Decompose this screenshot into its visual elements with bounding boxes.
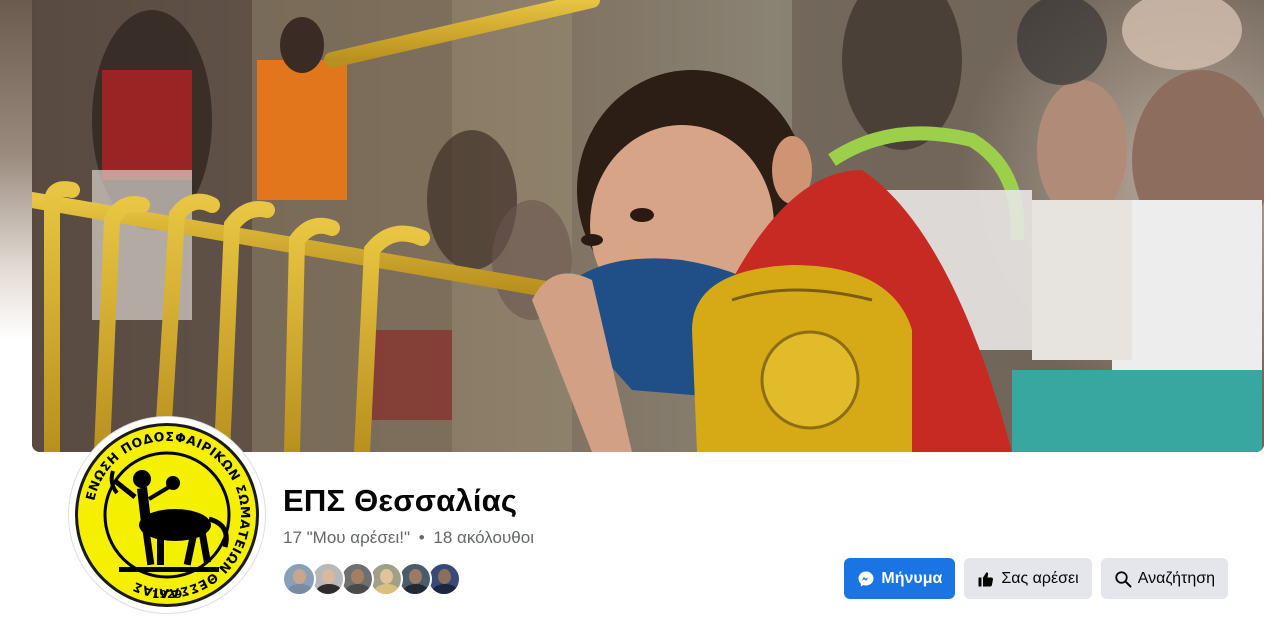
follower-avatar-body (316, 584, 342, 594)
message-button-label: Μήνυμα (881, 569, 943, 587)
follower-avatar-face (409, 569, 422, 584)
follower-avatar-face (438, 569, 451, 584)
cover-photo-image (32, 0, 1264, 452)
follower-avatar-face (351, 569, 364, 584)
follower-avatar[interactable] (427, 562, 461, 596)
follower-avatar-face (380, 569, 393, 584)
follower-avatars (282, 562, 461, 598)
search-icon (1114, 570, 1132, 588)
follower-avatar[interactable] (398, 562, 432, 596)
thumbs-up-icon (977, 570, 995, 588)
likes-count[interactable]: 17 "Μου αρέσει!" (283, 528, 410, 547)
like-button[interactable]: Σας αρέσει (964, 558, 1092, 599)
search-button[interactable]: Αναζήτηση (1100, 558, 1228, 599)
page-stats: 17 "Μου αρέσει!" • 18 ακόλουθοι (283, 527, 534, 549)
page-title: ΕΠΣ Θεσσαλίας (283, 483, 518, 518)
logo-year: 1929 (152, 588, 183, 601)
page-actions: Μήνυμα Σας αρέσει Αναζήτηση (844, 558, 1228, 599)
like-button-label: Σας αρέσει (1001, 569, 1079, 587)
follower-avatar-body (345, 584, 371, 594)
search-button-label: Αναζήτηση (1137, 569, 1215, 587)
follower-avatar-face (322, 569, 335, 584)
profile-picture[interactable]: ΕΝΩΣΗ ΠΟΔΟΣΦΑΙΡΙΚΩΝ ΣΩΜΑΤΕΙΩΝ ΘΕΣΣΑΛΙΑΣ … (69, 417, 265, 613)
follower-avatar[interactable] (369, 562, 403, 596)
follower-avatar-body (287, 584, 313, 594)
message-button[interactable]: Μήνυμα (844, 558, 956, 599)
messenger-icon (857, 570, 875, 588)
followers-count[interactable]: 18 ακόλουθοι (433, 528, 534, 547)
stats-separator: • (418, 528, 425, 547)
follower-avatar[interactable] (282, 562, 316, 596)
cover-photo[interactable] (32, 0, 1264, 452)
federation-logo: ΕΝΩΣΗ ΠΟΔΟΣΦΑΙΡΙΚΩΝ ΣΩΜΑΤΕΙΩΝ ΘΕΣΣΑΛΙΑΣ … (75, 423, 259, 607)
follower-avatar-body (432, 584, 458, 594)
follower-avatar[interactable] (340, 562, 374, 596)
follower-avatar-face (293, 569, 306, 584)
follower-avatar-body (374, 584, 400, 594)
follower-avatar[interactable] (311, 562, 345, 596)
follower-avatar-body (403, 584, 429, 594)
page-edge-fade (0, 0, 32, 340)
